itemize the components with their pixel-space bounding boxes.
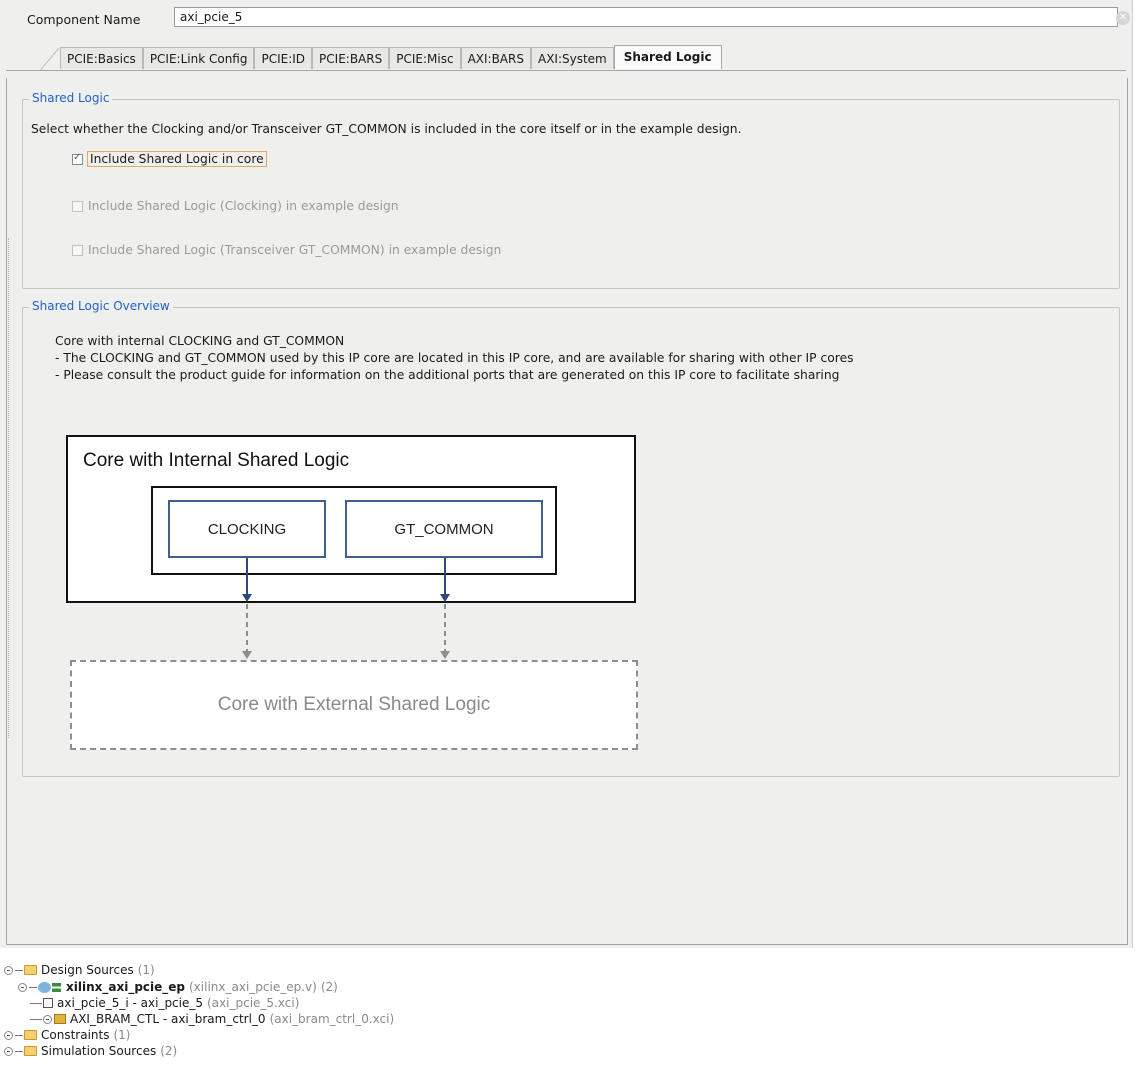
tree-simulation-sources[interactable]: Simulation Sources (2)	[4, 1043, 177, 1059]
tree-bram-instance[interactable]: AXI_BRAM_CTL - axi_bram_ctrl_0 (axi_bram…	[30, 1011, 394, 1027]
tree-count: (1)	[113, 1028, 131, 1042]
verilog-file-icon	[38, 981, 51, 993]
expand-icon[interactable]	[4, 965, 13, 975]
tree-design-sources[interactable]: Design Sources (1)	[4, 962, 155, 978]
expand-icon[interactable]	[4, 1030, 13, 1040]
xci-file-icon	[43, 998, 53, 1008]
bram-ip-icon	[54, 1014, 66, 1024]
tree-file: (axi_bram_ctrl_0.xci)	[269, 1012, 395, 1026]
tree-label: AXI_BRAM_CTL - axi_bram_ctrl_0	[70, 1012, 266, 1026]
expand-icon[interactable]	[18, 982, 27, 992]
tree-file: (axi_pcie_5.xci)	[207, 996, 300, 1010]
folder-icon	[24, 1046, 37, 1056]
clocking-arrow	[242, 558, 252, 659]
tree-count: (2)	[320, 980, 338, 994]
tree-constraints[interactable]: Constraints (1)	[4, 1027, 130, 1043]
tree-label: axi_pcie_5_i - axi_pcie_5	[57, 996, 204, 1010]
gt-common-arrow	[440, 558, 450, 659]
tree-label: Constraints	[41, 1028, 110, 1042]
sources-tree: Design Sources (1) xilinx_axi_pcie_ep (x…	[0, 960, 1136, 1084]
tree-count: (1)	[137, 963, 155, 977]
tree-file: (xilinx_axi_pcie_ep.v)	[189, 980, 317, 994]
tree-count: (2)	[160, 1044, 178, 1058]
expand-icon[interactable]	[43, 1014, 52, 1024]
expand-icon[interactable]	[4, 1046, 13, 1056]
hierarchy-icon	[52, 982, 61, 992]
tree-label: xilinx_axi_pcie_ep	[66, 980, 185, 994]
diagram-arrows	[242, 558, 450, 659]
folder-icon	[24, 965, 37, 975]
tree-label: Simulation Sources	[41, 1044, 157, 1058]
tree-label: Design Sources	[41, 963, 134, 977]
folder-icon	[24, 1030, 37, 1040]
tree-top-module[interactable]: xilinx_axi_pcie_ep (xilinx_axi_pcie_ep.v…	[18, 979, 338, 995]
tree-axi-pcie-instance[interactable]: axi_pcie_5_i - axi_pcie_5 (axi_pcie_5.xc…	[30, 995, 299, 1011]
